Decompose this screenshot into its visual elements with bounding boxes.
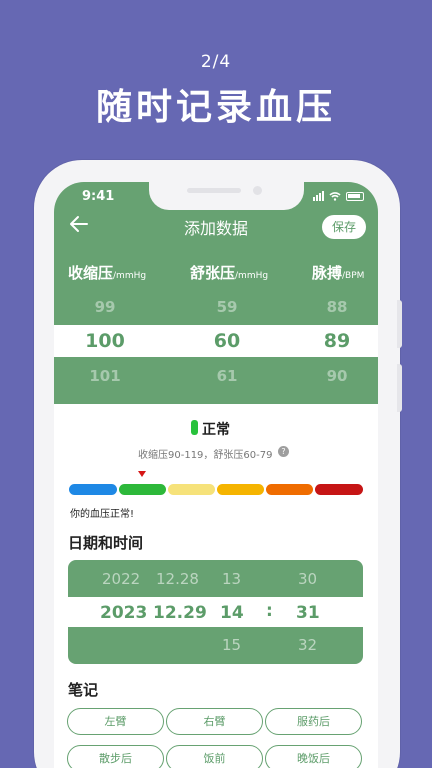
date-selected[interactable]: 12.29	[153, 603, 207, 623]
level-marker-icon	[138, 471, 146, 477]
status-icons	[313, 191, 364, 201]
minute-above[interactable]: 30	[298, 570, 317, 588]
status-time: 9:41	[82, 189, 115, 204]
diastolic-picker-selected[interactable]: 60	[177, 330, 277, 352]
diastolic-header: 舒张压/mmHg	[190, 262, 268, 283]
scale-segment-normal	[119, 484, 166, 495]
systolic-picker-above[interactable]: 99	[55, 298, 155, 316]
diastolic-picker-below[interactable]: 61	[177, 367, 277, 385]
tag-after-dinner[interactable]: 晚饭后	[265, 745, 362, 768]
notch-speaker	[187, 188, 241, 193]
hour-below[interactable]: 15	[222, 636, 241, 654]
year-above[interactable]: 2022	[102, 570, 140, 588]
scale-segment-crisis	[315, 484, 363, 495]
hour-selected[interactable]: 14	[220, 603, 244, 623]
diastolic-picker-above[interactable]: 59	[177, 298, 277, 316]
scale-segment-stage2	[266, 484, 313, 495]
battery-icon	[346, 191, 364, 201]
scale-segment-low	[69, 484, 117, 495]
systolic-picker-selected[interactable]: 100	[55, 330, 155, 352]
status-message: 你的血压正常!	[70, 509, 135, 520]
hour-above[interactable]: 13	[222, 570, 241, 588]
date-above[interactable]: 12.28	[156, 570, 199, 588]
status-indicator	[191, 420, 198, 435]
phone-side-button	[397, 364, 402, 412]
notch-camera	[253, 186, 262, 195]
promo-title: 随时记录血压	[95, 87, 336, 128]
systolic-picker-below[interactable]: 101	[55, 367, 155, 385]
pulse-label: 脉搏	[312, 264, 343, 282]
year-selected[interactable]: 2023	[100, 603, 147, 623]
pulse-picker-selected[interactable]: 89	[287, 330, 378, 352]
help-icon[interactable]: ?	[278, 446, 289, 457]
datetime-heading: 日期和时间	[68, 534, 144, 552]
pulse-header: 脉搏/BPM	[312, 262, 364, 283]
scale-segment-elevated	[168, 484, 215, 495]
pulse-unit: /BPM	[342, 271, 365, 281]
save-button[interactable]: 保存	[322, 215, 366, 239]
signal-icon	[313, 191, 324, 201]
diastolic-unit: /mmHg	[235, 271, 269, 281]
normal-range-text: 收缩压90-119，舒张压60-79	[138, 450, 273, 461]
promo-step: 2/4	[200, 52, 232, 72]
tag-before-meal[interactable]: 饭前	[166, 745, 263, 768]
pulse-picker-below[interactable]: 90	[287, 367, 378, 385]
tag-right-arm[interactable]: 右臂	[166, 708, 263, 735]
notes-heading: 笔记	[68, 681, 99, 699]
time-separator: :	[266, 601, 273, 621]
systolic-label: 收缩压	[68, 264, 114, 282]
notch	[149, 182, 304, 210]
wifi-icon	[329, 192, 341, 201]
datetime-picker[interactable]: 2022 12.28 13 30 2023 12.29 14 : 31 15 3…	[68, 560, 363, 664]
phone-side-button	[397, 300, 402, 348]
systolic-unit: /mmHg	[113, 271, 147, 281]
systolic-header: 收缩压/mmHg	[68, 262, 146, 283]
tag-after-medication[interactable]: 服药后	[265, 708, 362, 735]
phone-screen: 9:41 添加数据 保存 收缩压/mmHg 舒张压/mmHg 脉搏/BPM 99…	[54, 182, 378, 768]
minute-selected[interactable]: 31	[296, 603, 320, 623]
tag-after-walk[interactable]: 散步后	[67, 745, 164, 768]
diastolic-label: 舒张压	[190, 264, 236, 282]
scale-segment-stage1	[217, 484, 264, 495]
minute-below[interactable]: 32	[298, 636, 317, 654]
tag-left-arm[interactable]: 左臂	[67, 708, 164, 735]
pulse-picker-above[interactable]: 88	[287, 298, 378, 316]
status-label: 正常	[202, 422, 230, 438]
